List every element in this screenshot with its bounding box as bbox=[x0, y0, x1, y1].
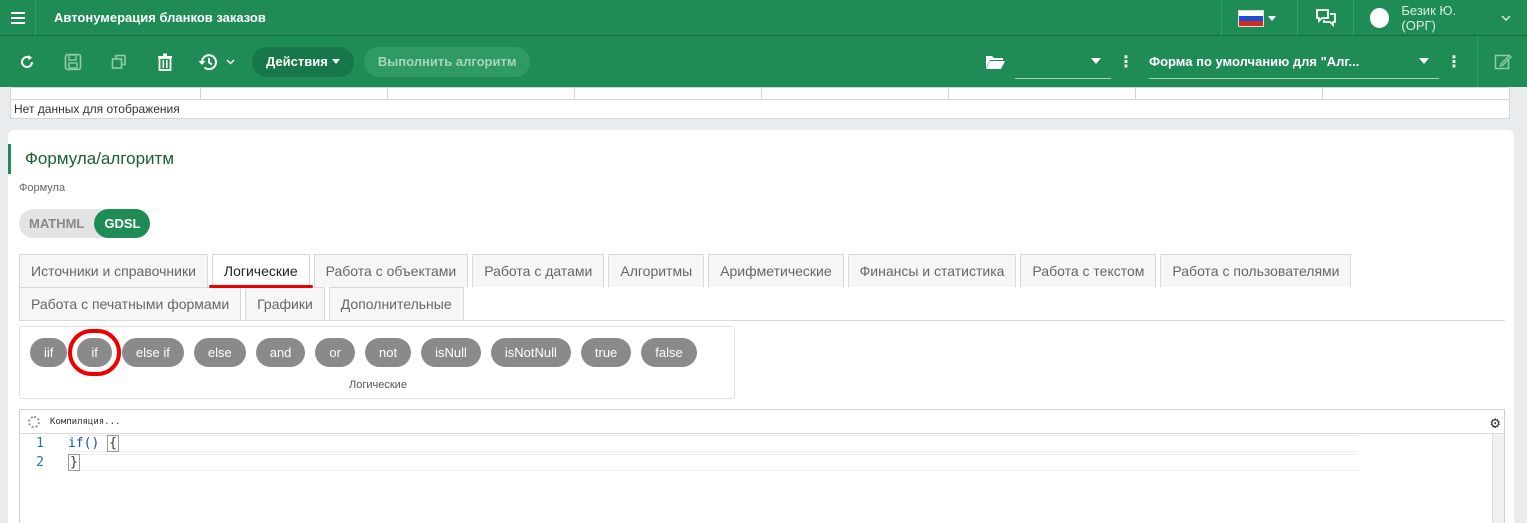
tab-logical[interactable]: Логические bbox=[208, 254, 313, 288]
edit-form-icon[interactable] bbox=[1477, 36, 1527, 87]
language-selector[interactable] bbox=[1221, 0, 1297, 36]
tab-dates[interactable]: Работа с датами bbox=[472, 254, 605, 287]
grid-column bbox=[201, 88, 388, 99]
caret-down-icon bbox=[1419, 58, 1429, 64]
form-select[interactable]: Форма по умолчанию для "Алг... bbox=[1149, 45, 1439, 79]
history-icon[interactable] bbox=[188, 36, 244, 87]
grid-column bbox=[1323, 88, 1509, 99]
editor-status-bar: Компиляция... ⚙ bbox=[20, 410, 1504, 434]
avatar bbox=[1370, 8, 1390, 28]
user-menu[interactable]: Безик Ю. (ОРГ) bbox=[1353, 0, 1527, 36]
grid-column bbox=[575, 88, 762, 99]
code-line[interactable]: } bbox=[68, 454, 1358, 471]
tabs-divider bbox=[19, 320, 1505, 321]
form-select-value: Форма по умолчанию для "Алг... bbox=[1149, 53, 1360, 69]
func-and-button[interactable]: and bbox=[255, 338, 306, 367]
tab-charts[interactable]: Графики bbox=[245, 287, 325, 320]
chevron-down-icon bbox=[1268, 15, 1276, 21]
func-isnotnull-button[interactable]: isNotNull bbox=[490, 338, 571, 367]
loading-spinner-icon bbox=[28, 415, 40, 428]
tab-objects[interactable]: Работа с объектами bbox=[313, 254, 469, 287]
tab-algorithms[interactable]: Алгоритмы bbox=[608, 254, 705, 287]
func-else-button[interactable]: else bbox=[193, 338, 246, 367]
grid-column bbox=[11, 88, 201, 99]
logical-functions-panel: iif if else if else and or not isNull is… bbox=[19, 326, 735, 399]
grid-column bbox=[949, 88, 1136, 99]
grid-empty-message: Нет данных для отображения bbox=[14, 102, 180, 116]
tab-additional[interactable]: Дополнительные bbox=[328, 287, 464, 320]
editor-line: 2 } bbox=[20, 453, 1504, 472]
tab-finance[interactable]: Финансы и статистика bbox=[847, 254, 1017, 287]
function-group-label: Логические bbox=[349, 379, 407, 391]
folder-icon[interactable] bbox=[975, 54, 1015, 70]
caret-down-icon bbox=[331, 59, 340, 64]
folder-select[interactable] bbox=[1015, 45, 1111, 79]
refresh-icon[interactable] bbox=[4, 36, 50, 87]
actions-button[interactable]: Действия bbox=[252, 46, 354, 77]
grid-column bbox=[1136, 88, 1323, 99]
func-or-button[interactable]: or bbox=[315, 338, 355, 367]
code-line[interactable]: if() { bbox=[68, 435, 1358, 452]
code-brace: } bbox=[68, 454, 80, 471]
chat-icon[interactable] bbox=[1297, 0, 1353, 36]
russian-flag-icon bbox=[1238, 9, 1264, 27]
editor-scrollbar[interactable] bbox=[1492, 434, 1504, 523]
func-true-button[interactable]: true bbox=[580, 338, 632, 367]
folder-more-icon[interactable]: ⋮ bbox=[1111, 52, 1141, 72]
chevron-down-icon bbox=[225, 58, 235, 65]
compile-status: Компиляция... bbox=[50, 416, 121, 427]
user-name: Безик Ю. (ОРГ) bbox=[1401, 3, 1457, 33]
app-header: Автонумерация бланков заказов Безик Ю. (… bbox=[0, 0, 1527, 36]
func-iif-button[interactable]: iif bbox=[30, 338, 68, 367]
func-isnull-button[interactable]: isNull bbox=[421, 338, 481, 367]
page-title: Автонумерация бланков заказов bbox=[54, 10, 266, 25]
tab-arithmetic[interactable]: Арифметические bbox=[708, 254, 844, 287]
run-algorithm-button[interactable]: Выполнить алгоритм bbox=[363, 46, 531, 77]
actions-button-label: Действия bbox=[266, 54, 328, 69]
func-else-if-button[interactable]: else if bbox=[121, 338, 184, 367]
func-false-button[interactable]: false bbox=[641, 338, 697, 367]
code-editor[interactable]: Компиляция... ⚙ 1 if() { 2 } bbox=[19, 409, 1505, 523]
hamburger-menu-icon[interactable] bbox=[0, 0, 36, 36]
grid-column bbox=[762, 88, 949, 99]
function-category-tabs: Источники и справочники Логические Работ… bbox=[19, 254, 1505, 321]
formula-label: Формула bbox=[19, 182, 66, 194]
section-title: Формула/алгоритм bbox=[8, 144, 174, 174]
data-grid: Нет данных для отображения bbox=[10, 87, 1510, 119]
form-more-icon[interactable]: ⋮ bbox=[1439, 52, 1469, 72]
copy-icon[interactable] bbox=[96, 36, 142, 87]
toolbar: Действия Выполнить алгоритм ⋮ Форма по у… bbox=[0, 36, 1527, 87]
tab-print-forms[interactable]: Работа с печатными формами bbox=[19, 287, 242, 320]
formula-mode-toggle: MATHML GDSL bbox=[19, 209, 151, 238]
grid-columns bbox=[11, 88, 1509, 100]
mathml-toggle-option[interactable]: MATHML bbox=[19, 209, 94, 238]
caret-down-icon bbox=[1091, 58, 1101, 64]
code-text: if() bbox=[68, 436, 108, 451]
tab-sources[interactable]: Источники и справочники bbox=[19, 254, 208, 287]
editor-line: 1 if() { bbox=[20, 434, 1504, 453]
formula-card: Формула/алгоритм Формула MATHML GDSL Ист… bbox=[8, 130, 1514, 523]
save-icon[interactable] bbox=[50, 36, 96, 87]
tab-users[interactable]: Работа с пользователями bbox=[1160, 254, 1352, 287]
code-brace: { bbox=[107, 435, 119, 452]
chevron-down-icon bbox=[1501, 15, 1511, 21]
gdsl-toggle-option[interactable]: GDSL bbox=[94, 209, 151, 238]
func-not-button[interactable]: not bbox=[364, 338, 412, 367]
tab-text[interactable]: Работа с текстом bbox=[1020, 254, 1157, 287]
grid-column bbox=[388, 88, 575, 99]
line-number: 2 bbox=[36, 455, 44, 470]
line-number: 1 bbox=[36, 436, 44, 451]
func-if-button[interactable]: if bbox=[68, 329, 121, 376]
settings-gear-icon[interactable]: ⚙ bbox=[1490, 413, 1500, 432]
delete-icon[interactable] bbox=[142, 36, 188, 87]
